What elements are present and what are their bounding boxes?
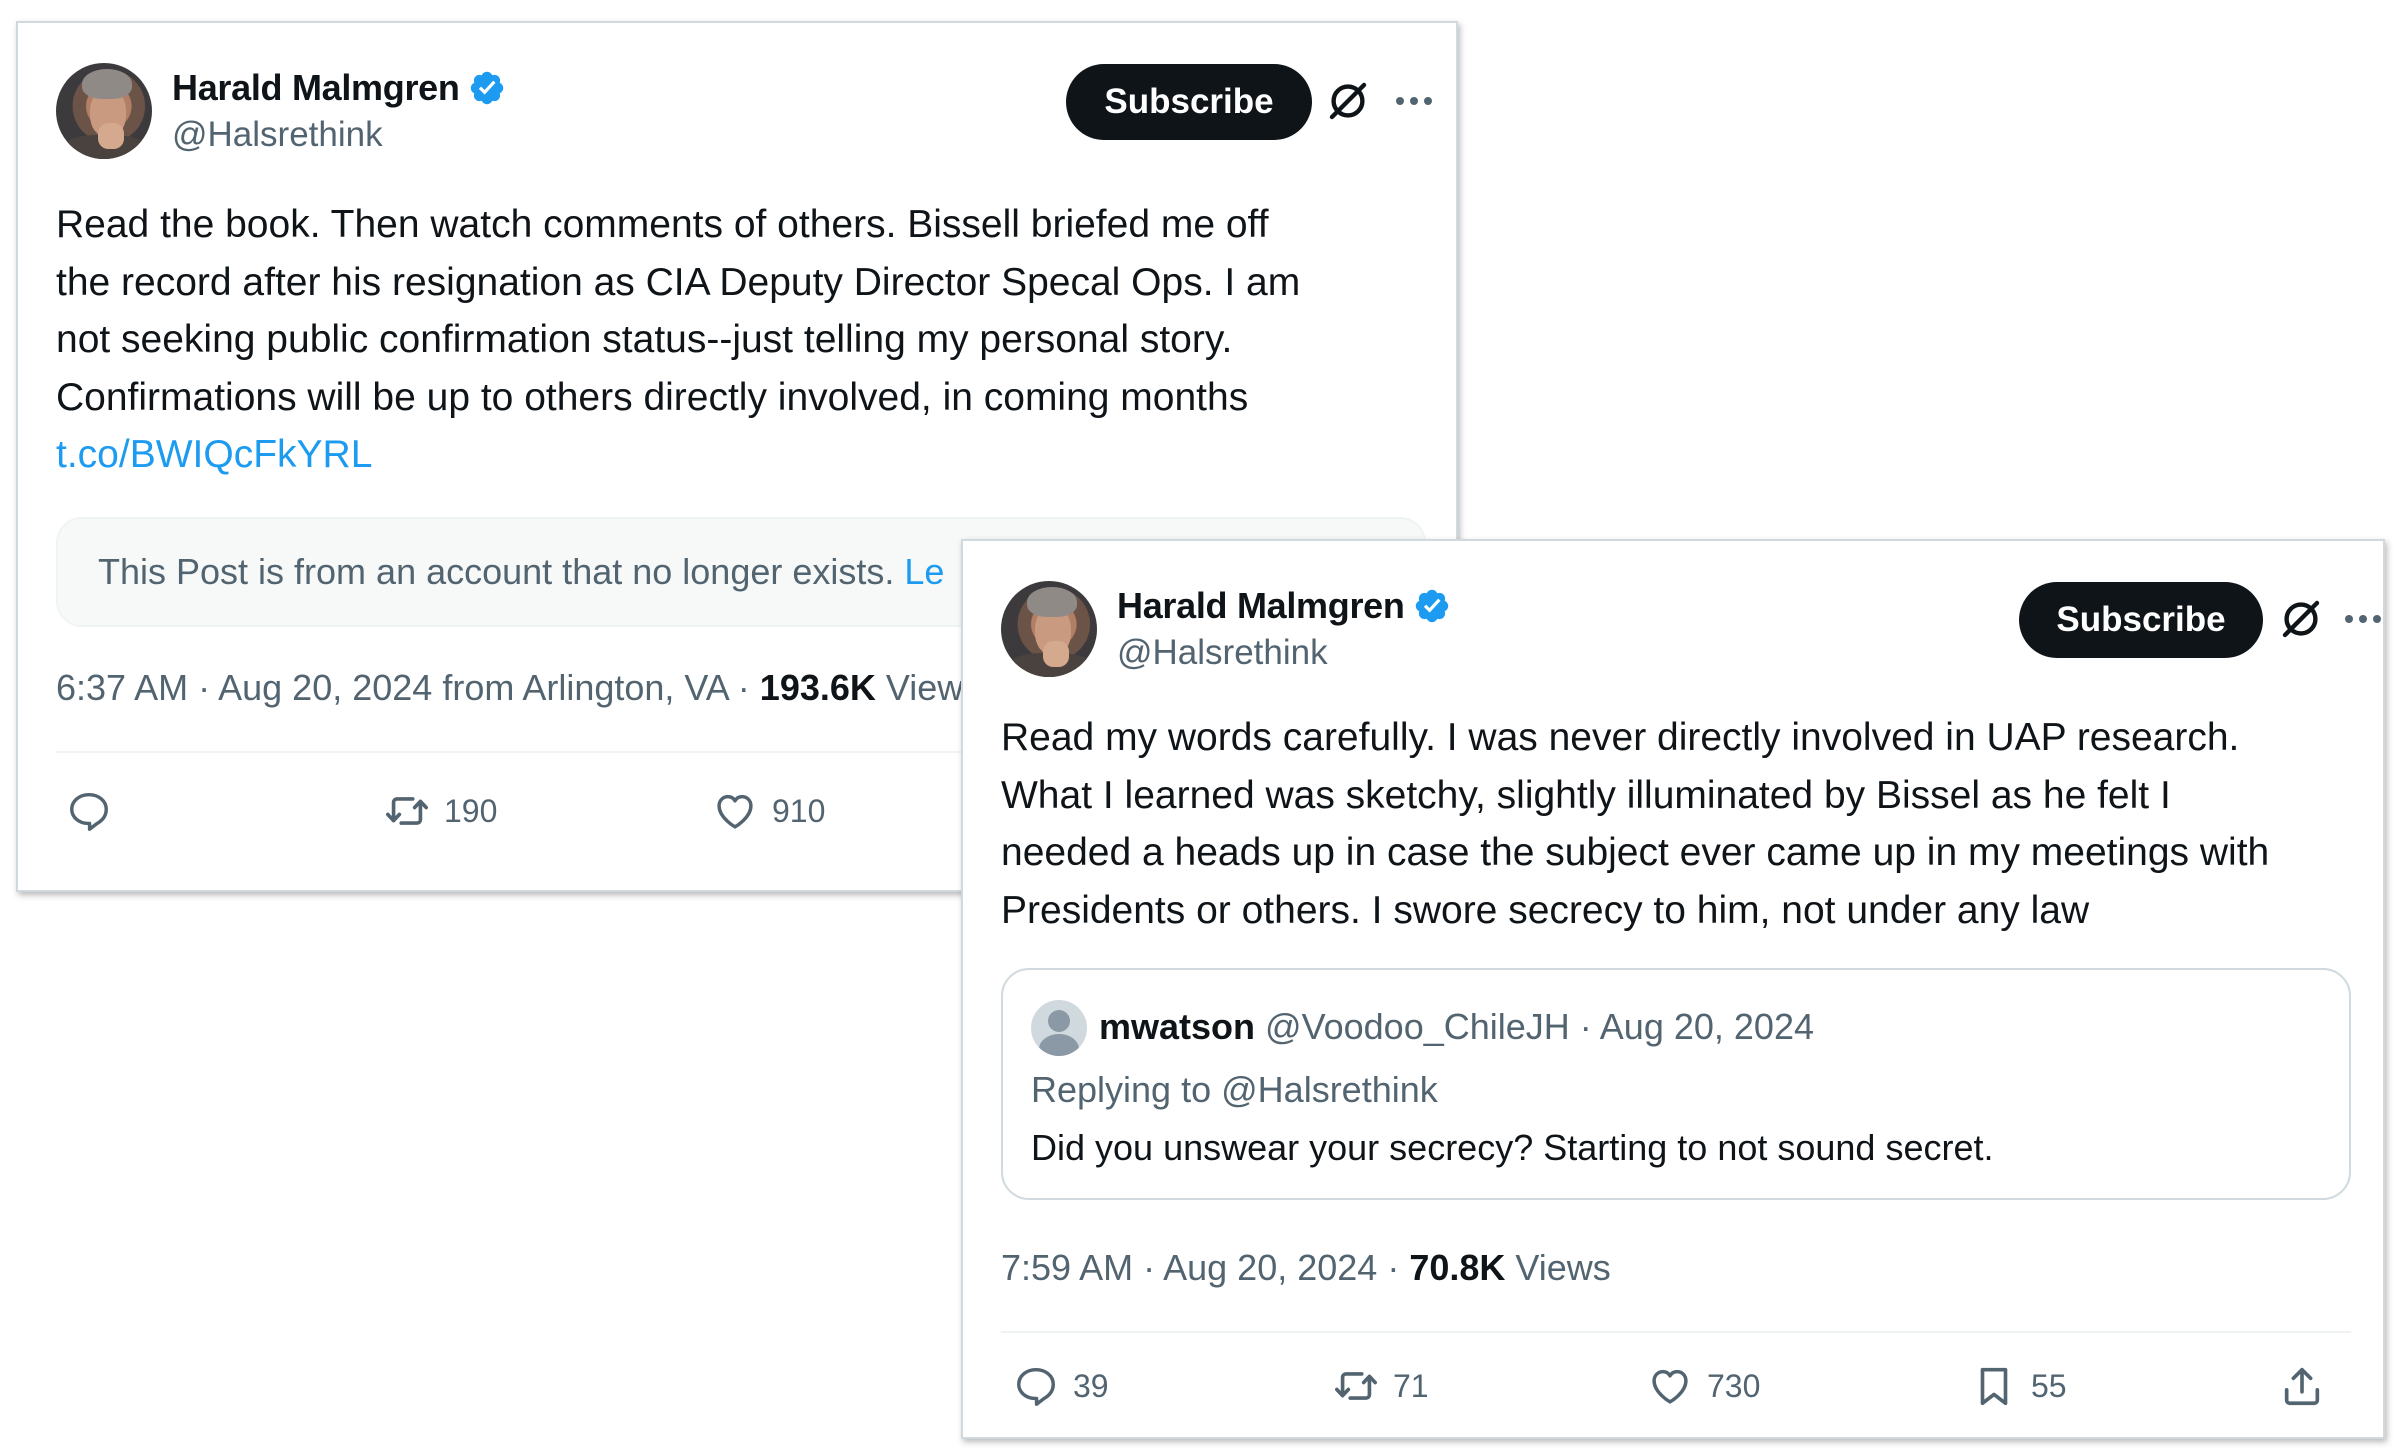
views-count: 193.6K [759,667,876,708]
tweet-time[interactable]: 7:59 AM [1001,1247,1133,1288]
like-count: 910 [772,792,826,829]
divider [1001,1331,2351,1333]
bookmark-button[interactable]: 55 [1971,1356,2067,1416]
replying-mention[interactable]: @Halsrethink [1221,1069,1438,1110]
learn-more-link[interactable]: Le [904,551,944,593]
retweet-count: 71 [1393,1367,1429,1404]
tweet-line: Confirmations will be up to others direc… [56,375,1249,419]
avatar[interactable] [1001,581,1097,677]
author-name[interactable]: Harald Malmgren [172,67,460,109]
like-count: 730 [1707,1367,1761,1404]
like-icon [1647,1363,1693,1409]
tweet-line: the record after his resignation as CIA … [56,260,1301,304]
retweet-icon [384,788,430,834]
quoted-date: Aug 20, 2024 [1599,1006,1814,1047]
action-bar: 39 71 730 55 [963,1356,2383,1416]
tweet-header: Harald Malmgren @Halsrethink Subscribe [1001,581,2383,681]
reply-button[interactable]: 39 [1013,1356,1109,1416]
tweet-date[interactable]: Aug 20, 2024 [1163,1247,1377,1288]
tweet-meta: 7:59 AM · Aug 20, 2024 · 70.8K Views [1001,1247,1611,1288]
tweet-card: Harald Malmgren @Halsrethink Subscribe R… [961,539,2385,1439]
share-icon [2279,1363,2325,1409]
like-button[interactable]: 910 [712,781,825,841]
tweet-line: needed a heads up in case the subject ev… [1001,831,2270,874]
retweet-button[interactable]: 190 [384,781,497,841]
retweet-count: 190 [444,792,498,829]
reply-count: 39 [1073,1367,1109,1404]
views-count: 70.8K [1409,1247,1506,1288]
subscribe-button[interactable]: Subscribe [2019,582,2263,658]
author-name-row: Harald Malmgren [172,67,506,109]
quoted-author-name[interactable]: mwatson [1099,1006,1255,1047]
reply-icon [66,788,112,834]
notice-text: This Post is from an account that no lon… [98,551,895,592]
grok-icon[interactable] [2277,595,2325,643]
reply-button[interactable] [66,781,112,841]
verified-badge-icon[interactable] [1413,587,1451,625]
tweet-link[interactable]: t.co/BWIQcFkYRL [56,433,372,476]
quoted-text: Did you unswear your secrecy? Starting t… [1031,1127,1994,1168]
tweet-line: not seeking public confirmation status--… [56,318,1233,361]
replying-prefix: Replying to [1031,1069,1212,1110]
reply-icon [1013,1363,1059,1409]
author-handle[interactable]: @Halsrethink [1117,633,1328,673]
replying-to: Replying to @Halsrethink [1031,1069,1438,1111]
tweet-line: Read my words carefully. I was never dir… [1001,716,2240,759]
default-avatar-icon [1031,1000,1087,1056]
views-label: Views [1515,1247,1611,1288]
quoted-author-handle: @Voodoo_ChileJH [1265,1006,1570,1047]
like-button[interactable]: 730 [1647,1356,1760,1416]
bookmark-icon [1971,1363,2017,1409]
avatar[interactable] [56,63,152,159]
verified-badge-icon[interactable] [468,69,506,107]
tweet-line: What I learned was sketchy, slightly ill… [1001,773,2171,817]
grok-icon[interactable] [1324,77,1372,125]
author-name[interactable]: Harald Malmgren [1117,585,1405,627]
retweet-icon [1333,1363,1379,1409]
author-handle[interactable]: @Halsrethink [172,115,383,155]
tweet-meta: 6:37 AM · Aug 20, 2024 from Arlington, V… [56,667,964,708]
subscribe-button[interactable]: Subscribe [1066,64,1312,140]
tweet-location: from Arlington, VA [442,667,728,708]
tweet-time[interactable]: 6:37 AM [56,667,188,708]
author-name-row: Harald Malmgren [1117,585,1451,627]
more-icon[interactable] [1390,77,1438,125]
bookmark-count: 55 [2031,1367,2067,1404]
tweet-date[interactable]: Aug 20, 2024 [218,667,432,708]
tweet-header: Harald Malmgren @Halsrethink Subscribe [56,63,1456,163]
quoted-author-row: mwatson @Voodoo_ChileJH · Aug 20, 2024 [1099,1006,1814,1047]
views-label: View [885,667,964,708]
tweet-text: Read my words carefully. I was never dir… [1001,709,2269,939]
tweet-line: Read the book. Then watch comments of ot… [56,203,1269,246]
quoted-tweet[interactable]: mwatson @Voodoo_ChileJH · Aug 20, 2024 R… [1001,968,2351,1200]
more-icon[interactable] [2339,595,2385,643]
like-icon [712,788,758,834]
tweet-text: Read the book. Then watch comments of ot… [56,196,1300,484]
tweet-line: Presidents or others. I swore secrecy to… [1001,888,2090,932]
share-button[interactable] [2279,1356,2325,1416]
retweet-button[interactable]: 71 [1333,1356,1429,1416]
